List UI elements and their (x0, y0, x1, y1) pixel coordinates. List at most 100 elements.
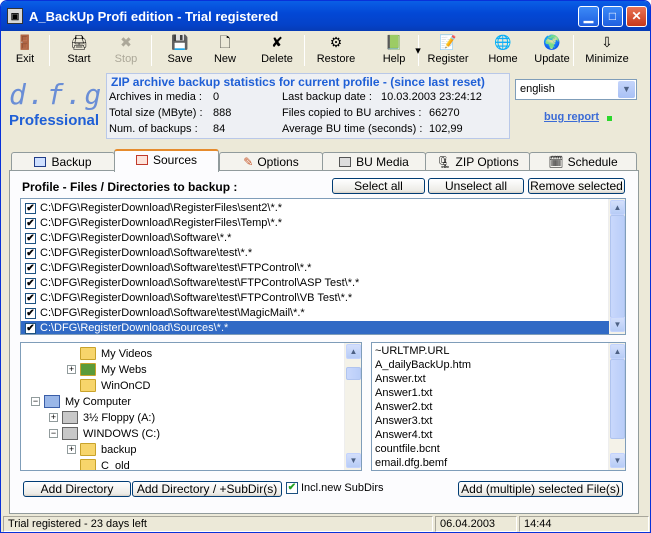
source-entry[interactable]: ✔ C:\DFG\RegisterDownload\RegisterFiles\T… (21, 216, 609, 231)
collapse-icon[interactable]: − (31, 397, 40, 406)
tree-node[interactable]: + backup (21, 442, 343, 458)
collapse-icon[interactable]: − (49, 429, 58, 438)
entry-path: C:\DFG\RegisterDownload\Software\test\FT… (40, 277, 360, 289)
file-item[interactable]: ~URLTMP.URL (375, 344, 449, 358)
file-item[interactable]: Answer.txt (375, 372, 426, 386)
entry-checkbox[interactable]: ✔ (25, 263, 36, 274)
chevron-down-icon[interactable]: ▼ (618, 81, 635, 98)
start-button[interactable]: 🖨 Start (54, 32, 104, 69)
new-icon: 🗋 (219, 34, 231, 50)
maximize-icon: □ (608, 9, 617, 23)
entry-checkbox[interactable]: ✔ (25, 278, 36, 289)
toolbar-label: Minimize (585, 53, 629, 65)
tree-scrollbar[interactable]: ▲ ▼ (344, 343, 361, 470)
tab-zip-options[interactable]: 🗜 ZIP Options (425, 152, 530, 172)
delete-button[interactable]: ✘ Delete (251, 32, 303, 69)
tab-bu-media[interactable]: BU Media (322, 152, 426, 172)
tab-sources[interactable]: Sources (114, 149, 219, 172)
file-item[interactable]: Answer3.txt (375, 414, 432, 428)
register-button[interactable]: 📝 Register (422, 32, 474, 69)
restore-button[interactable]: ⚙ Restore (308, 32, 364, 69)
exit-button[interactable]: 🚪 Exit (4, 32, 46, 69)
entry-checkbox[interactable]: ✔ (25, 308, 36, 319)
entry-checkbox[interactable]: ✔ (25, 203, 36, 214)
file-item[interactable]: Answer1.txt (375, 386, 432, 400)
entry-checkbox[interactable]: ✔ (25, 248, 36, 259)
entry-checkbox[interactable]: ✔ (25, 293, 36, 304)
file-item[interactable]: Answer2.txt (375, 400, 432, 414)
save-button[interactable]: 💾 Save (156, 32, 204, 69)
select-all-button[interactable]: Select all (332, 178, 425, 194)
new-button[interactable]: 🗋 New (202, 32, 248, 69)
tab-schedule[interactable]: 🗓 Schedule (529, 152, 637, 172)
title-bar[interactable]: ▣ A_BackUp Profi edition - Trial registe… (1, 1, 650, 31)
source-entry[interactable]: ✔ C:\DFG\RegisterDownload\Software\*.* (21, 231, 609, 246)
maximize-window-button[interactable]: □ (602, 6, 623, 27)
folder-icon (80, 443, 96, 456)
home-button[interactable]: 🌐 Home (478, 32, 528, 69)
scroll-down-icon[interactable]: ▼ (610, 453, 625, 468)
total-size-label: Total size (MByte) : (109, 107, 203, 119)
file-item[interactable]: Answer4.txt (375, 428, 432, 442)
tree-node[interactable]: − My Computer (21, 394, 343, 410)
language-select[interactable]: english ▼ (515, 79, 637, 100)
help-dropdown-arrow[interactable]: ▾ (414, 44, 422, 57)
source-entry[interactable]: ✔ C:\DFG\RegisterDownload\RegisterFiles\s… (21, 201, 609, 216)
expand-icon[interactable]: + (49, 413, 58, 422)
files-scrollbar[interactable]: ▲ ▼ (608, 343, 625, 470)
entry-checkbox[interactable]: ✔ (25, 233, 36, 244)
scroll-up-icon[interactable]: ▲ (610, 344, 625, 359)
source-entry[interactable]: ✔ C:\DFG\RegisterDownload\Software\test\F… (21, 276, 609, 291)
bug-report-link[interactable]: bug report (544, 111, 599, 123)
add-directory-subdirs-button[interactable]: Add Directory / +SubDir(s) (132, 481, 282, 497)
scroll-thumb[interactable] (610, 215, 625, 318)
sources-scrollbar[interactable]: ▲ ▼ (608, 199, 625, 334)
minimize-button[interactable]: ⇩ Minimize (577, 32, 637, 69)
minimize-window-button[interactable]: ▁ (578, 6, 599, 27)
add-selected-files-button[interactable]: Add (multiple) selected File(s) (458, 481, 623, 497)
entry-checkbox[interactable]: ✔ (25, 323, 36, 334)
source-entry[interactable]: ✔ C:\DFG\RegisterDownload\Sources\*.* (21, 321, 609, 334)
stop-button[interactable]: ✖ Stop (104, 32, 148, 69)
update-button[interactable]: 🌍 Update (526, 32, 578, 69)
status-date: 06.04.2003 (435, 516, 517, 532)
statistics-box: ZIP archive backup statistics for curren… (106, 73, 510, 139)
tab-options[interactable]: ✎ Options (219, 152, 323, 172)
expand-icon[interactable]: + (67, 365, 76, 374)
tree-node[interactable]: +3½ Floppy (A:) (21, 410, 343, 426)
source-entry[interactable]: ✔ C:\DFG\RegisterDownload\Software\test\*… (21, 246, 609, 261)
scroll-down-icon[interactable]: ▼ (346, 453, 361, 468)
source-entry[interactable]: ✔ C:\DFG\RegisterDownload\Software\test\F… (21, 291, 609, 306)
entry-checkbox[interactable]: ✔ (25, 218, 36, 229)
file-item[interactable]: countfile.bcnt (375, 442, 440, 456)
file-item[interactable]: email.dfg.bemf (375, 456, 447, 470)
tree-node[interactable]: WinOnCD (21, 378, 343, 394)
scroll-thumb[interactable] (610, 359, 625, 439)
source-entry[interactable]: ✔ C:\DFG\RegisterDownload\Software\test\F… (21, 261, 609, 276)
scroll-up-icon[interactable]: ▲ (610, 200, 625, 215)
tree-node[interactable]: My Videos (21, 346, 343, 362)
unselect-all-button[interactable]: Unselect all (428, 178, 524, 194)
scroll-thumb[interactable] (346, 367, 361, 380)
toolbar-label: Exit (15, 53, 35, 65)
sources-list[interactable]: ▲ ▼ ✔ C:\DFG\RegisterDownload\RegisterFil… (20, 198, 626, 335)
file-list[interactable]: ▲ ▼ ~URLTMP.URL A_dailyBackUp.htm Answer.t… (371, 342, 626, 471)
scroll-down-icon[interactable]: ▼ (610, 317, 625, 332)
tree-node[interactable]: C_old (21, 458, 343, 470)
folder-tree[interactable]: ▲ ▼ My Videos + My Webs WinOnCD − My Computer… (20, 342, 362, 471)
entry-path: C:\DFG\RegisterDownload\Software\*.* (40, 232, 232, 244)
help-button[interactable]: 📗 Help (369, 32, 419, 69)
tab-backup[interactable]: Backup (11, 152, 115, 172)
add-directory-button[interactable]: Add Directory (23, 481, 131, 497)
remove-selected-button[interactable]: Remove selected (528, 178, 625, 194)
source-entry[interactable]: ✔ C:\DFG\RegisterDownload\Software\test\M… (21, 306, 609, 321)
tree-node[interactable]: + My Webs (21, 362, 343, 378)
scroll-up-icon[interactable]: ▲ (346, 344, 361, 359)
tree-node[interactable]: − WINDOWS (C:) (21, 426, 343, 442)
file-item[interactable]: A_dailyBackUp.htm (375, 358, 471, 372)
panel-title: Profile - Files / Directories to backup … (22, 180, 238, 194)
close-window-button[interactable]: ✕ (626, 6, 647, 27)
expand-icon[interactable]: + (67, 445, 76, 454)
app-icon[interactable]: ▣ (7, 8, 23, 24)
incl-new-subdirs-checkbox[interactable]: ✔ (286, 482, 298, 494)
